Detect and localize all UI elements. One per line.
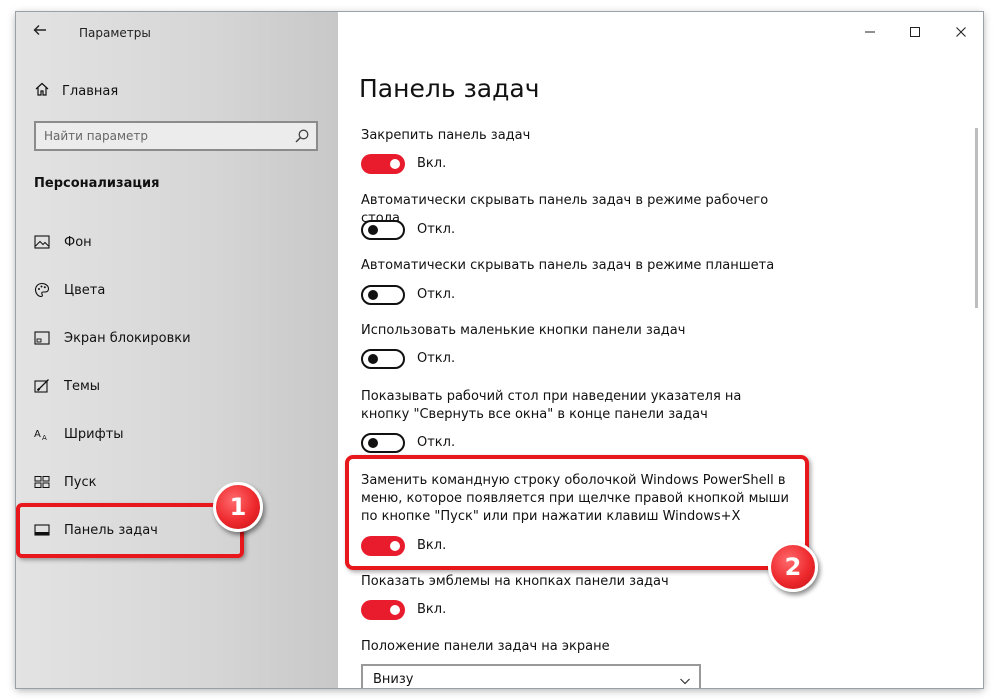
sidebar-item-colors[interactable]: Цвета [34, 279, 314, 301]
toggle-small-buttons[interactable] [361, 349, 405, 369]
toggle-state-label: Откл. [417, 287, 456, 302]
settings-window: Параметры Главная Персонализация Фон Цв [16, 12, 983, 688]
search-icon[interactable] [294, 128, 310, 144]
sidebar-item-themes[interactable]: Темы [34, 375, 314, 397]
maximize-icon[interactable] [905, 23, 925, 43]
sidebar-item-label: Шрифты [64, 426, 124, 442]
sidebar-item-fonts[interactable]: AA Шрифты [34, 423, 314, 445]
position-label: Положение панели задач на экране [361, 639, 610, 654]
sidebar: Параметры Главная Персонализация Фон Цв [16, 12, 338, 688]
annotation-badge-1: 1 [213, 482, 263, 532]
setting-label-lock-taskbar: Закрепить панель задач [361, 128, 531, 143]
lock-screen-icon [34, 330, 50, 346]
main-panel: Панель задач Закрепить панель задач Вкл.… [338, 12, 983, 688]
page-title: Панель задач [359, 74, 540, 103]
search-box[interactable] [34, 121, 318, 151]
sidebar-item-label: Экран блокировки [64, 330, 191, 346]
highlight-taskbar-item [16, 503, 244, 558]
app-title: Параметры [79, 26, 151, 40]
minimize-icon[interactable] [860, 23, 880, 43]
home-icon [34, 81, 50, 101]
sidebar-item-background[interactable]: Фон [34, 231, 314, 253]
palette-icon [34, 282, 50, 298]
search-input[interactable] [44, 127, 284, 145]
back-arrow-icon[interactable] [30, 22, 50, 42]
position-dropdown[interactable]: Внизу [361, 664, 701, 688]
position-value: Внизу [373, 672, 414, 687]
setting-label-small-buttons: Использовать маленькие кнопки панели зад… [361, 323, 686, 338]
setting-label-autohide-tablet: Автоматически скрывать панель задач в ре… [361, 258, 775, 273]
toggle-autohide-desktop[interactable] [361, 220, 405, 240]
section-title: Персонализация [34, 176, 160, 191]
sidebar-home[interactable]: Главная [34, 80, 118, 102]
setting-label-peek-desktop: Показывать рабочий стол при наведении ук… [361, 389, 742, 422]
sidebar-item-label: Фон [64, 234, 92, 250]
toggle-autohide-tablet[interactable] [361, 285, 405, 305]
toggle-state-label: Вкл. [417, 156, 447, 171]
chevron-down-icon [679, 672, 691, 688]
toggle-state-label: Откл. [417, 351, 456, 366]
svg-text:A: A [42, 434, 47, 442]
scrollbar[interactable] [975, 128, 978, 308]
toggle-badges[interactable] [361, 600, 405, 620]
sidebar-item-label: Пуск [64, 474, 97, 490]
toggle-peek-desktop[interactable] [361, 433, 405, 453]
start-icon [34, 474, 50, 490]
sidebar-item-label: Цвета [64, 282, 106, 298]
sidebar-item-start[interactable]: Пуск [34, 471, 314, 493]
toggle-state-label: Вкл. [417, 602, 447, 617]
setting-label-badges: Показать эмблемы на кнопках панели задач [361, 574, 669, 589]
sidebar-item-lock-screen[interactable]: Экран блокировки [34, 327, 314, 349]
toggle-state-label: Откл. [417, 222, 456, 237]
svg-text:A: A [34, 429, 41, 440]
sidebar-home-label: Главная [62, 83, 119, 99]
fonts-icon: AA [34, 426, 50, 442]
toggle-state-label: Откл. [417, 435, 456, 450]
themes-icon [34, 378, 50, 394]
toggle-lock-taskbar[interactable] [361, 154, 405, 174]
close-icon[interactable] [951, 23, 971, 43]
sidebar-item-label: Темы [64, 378, 101, 394]
highlight-powershell-setting [345, 455, 809, 570]
image-icon [34, 234, 50, 250]
